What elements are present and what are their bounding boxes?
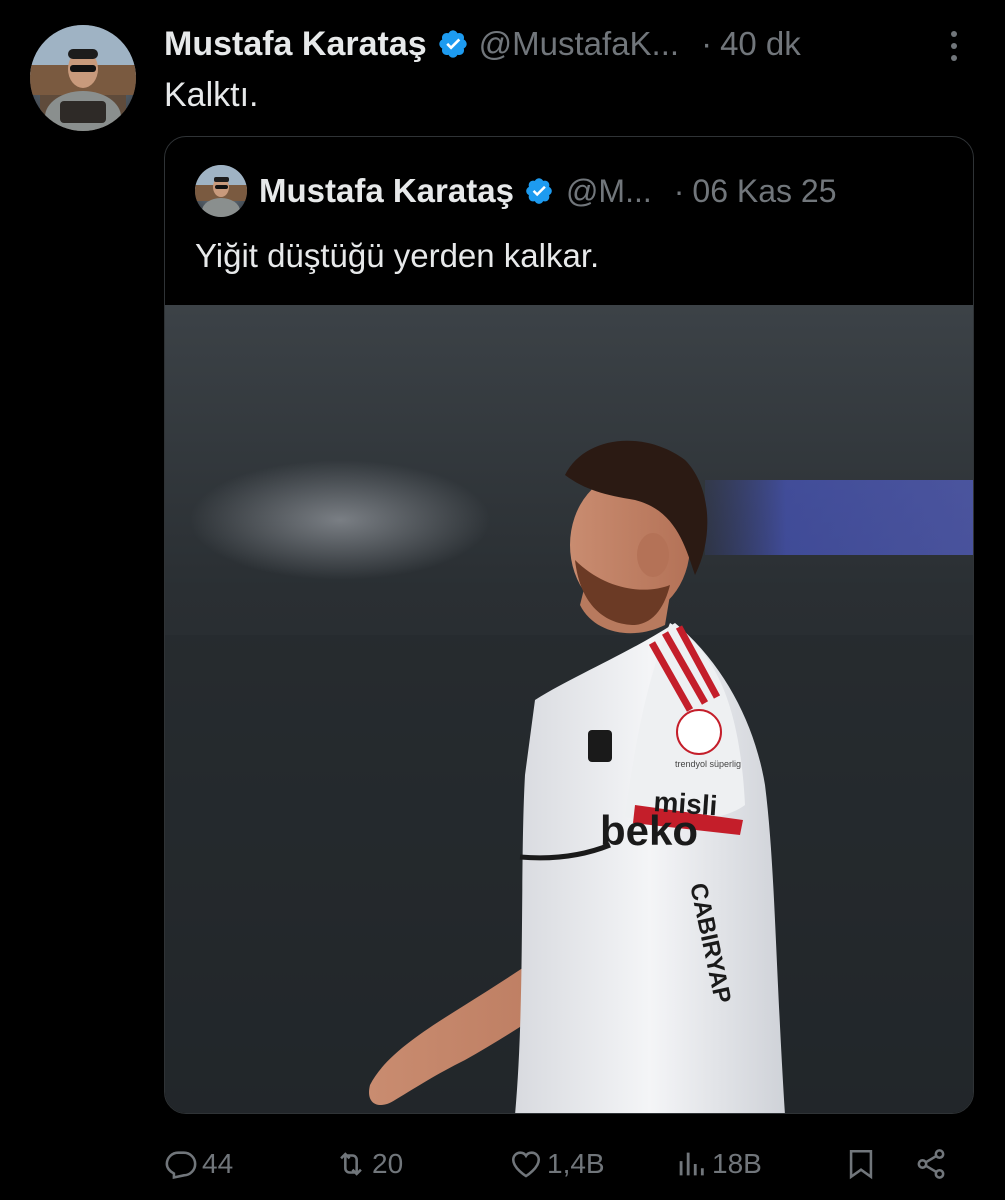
avatar-photo	[30, 25, 136, 131]
quoted-avatar-photo	[195, 165, 247, 217]
like-count: 1,4B	[547, 1148, 605, 1179]
verified-badge-icon	[526, 178, 552, 204]
quoted-tweet-header: Mustafa Karataş @M... · 06 Kas 25	[195, 163, 837, 219]
repost-button[interactable]: 20	[334, 1140, 403, 1188]
quoted-author-handle: @M...	[565, 172, 652, 209]
tweet[interactable]: Mustafa Karataş @MustafaK... · 40 dk Kal…	[0, 0, 1005, 1200]
avatar[interactable]	[30, 25, 136, 131]
reply-icon	[165, 1151, 197, 1180]
tweet-text: Kalktı.	[164, 76, 259, 114]
author-name[interactable]: Mustafa Karataş	[164, 25, 427, 64]
tweet-header: Mustafa Karataş @MustafaK... · 40 dk	[164, 20, 984, 68]
share-button[interactable]	[914, 1140, 948, 1188]
more-icon[interactable]	[940, 28, 968, 64]
quoted-tweet[interactable]: Mustafa Karataş @M... · 06 Kas 25 Yiğit …	[164, 136, 974, 1114]
separator-dot: ·	[673, 172, 685, 209]
quoted-tweet-text: Yiğit düştüğü yerden kalkar.	[195, 237, 600, 274]
quoted-timestamp: 06 Kas 25	[692, 172, 837, 209]
like-button[interactable]: 1,4B	[509, 1140, 605, 1188]
football-player-photo: beko misli CABIRYAP trendyol süperlig	[165, 305, 973, 1113]
repost-icon	[340, 1152, 362, 1176]
separator-dot: ·	[701, 25, 713, 62]
timestamp[interactable]: 40 dk	[720, 25, 801, 63]
views-button[interactable]: 18B	[674, 1140, 762, 1188]
reply-button[interactable]: 44	[164, 1140, 233, 1188]
quoted-avatar	[195, 165, 247, 217]
views-icon	[679, 1152, 704, 1176]
quoted-author-name: Mustafa Karataş	[259, 172, 514, 209]
verified-badge-icon	[438, 30, 467, 58]
repost-count: 20	[372, 1148, 404, 1179]
views-count: 18B	[712, 1148, 762, 1179]
author-handle[interactable]: @MustafaK...	[479, 25, 679, 63]
bookmark-button[interactable]	[844, 1140, 878, 1188]
bookmark-icon	[849, 1149, 873, 1180]
share-icon	[917, 1149, 945, 1179]
reply-count: 44	[202, 1148, 234, 1179]
quoted-media-photo[interactable]: beko misli CABIRYAP trendyol süperlig	[165, 305, 973, 1113]
like-icon	[511, 1151, 541, 1178]
jersey-patch: trendyol süperlig	[675, 759, 741, 769]
action-bar: 44 20 1,4B 18B	[164, 1140, 974, 1188]
jersey-sponsor-sleeve: misli	[653, 786, 719, 821]
